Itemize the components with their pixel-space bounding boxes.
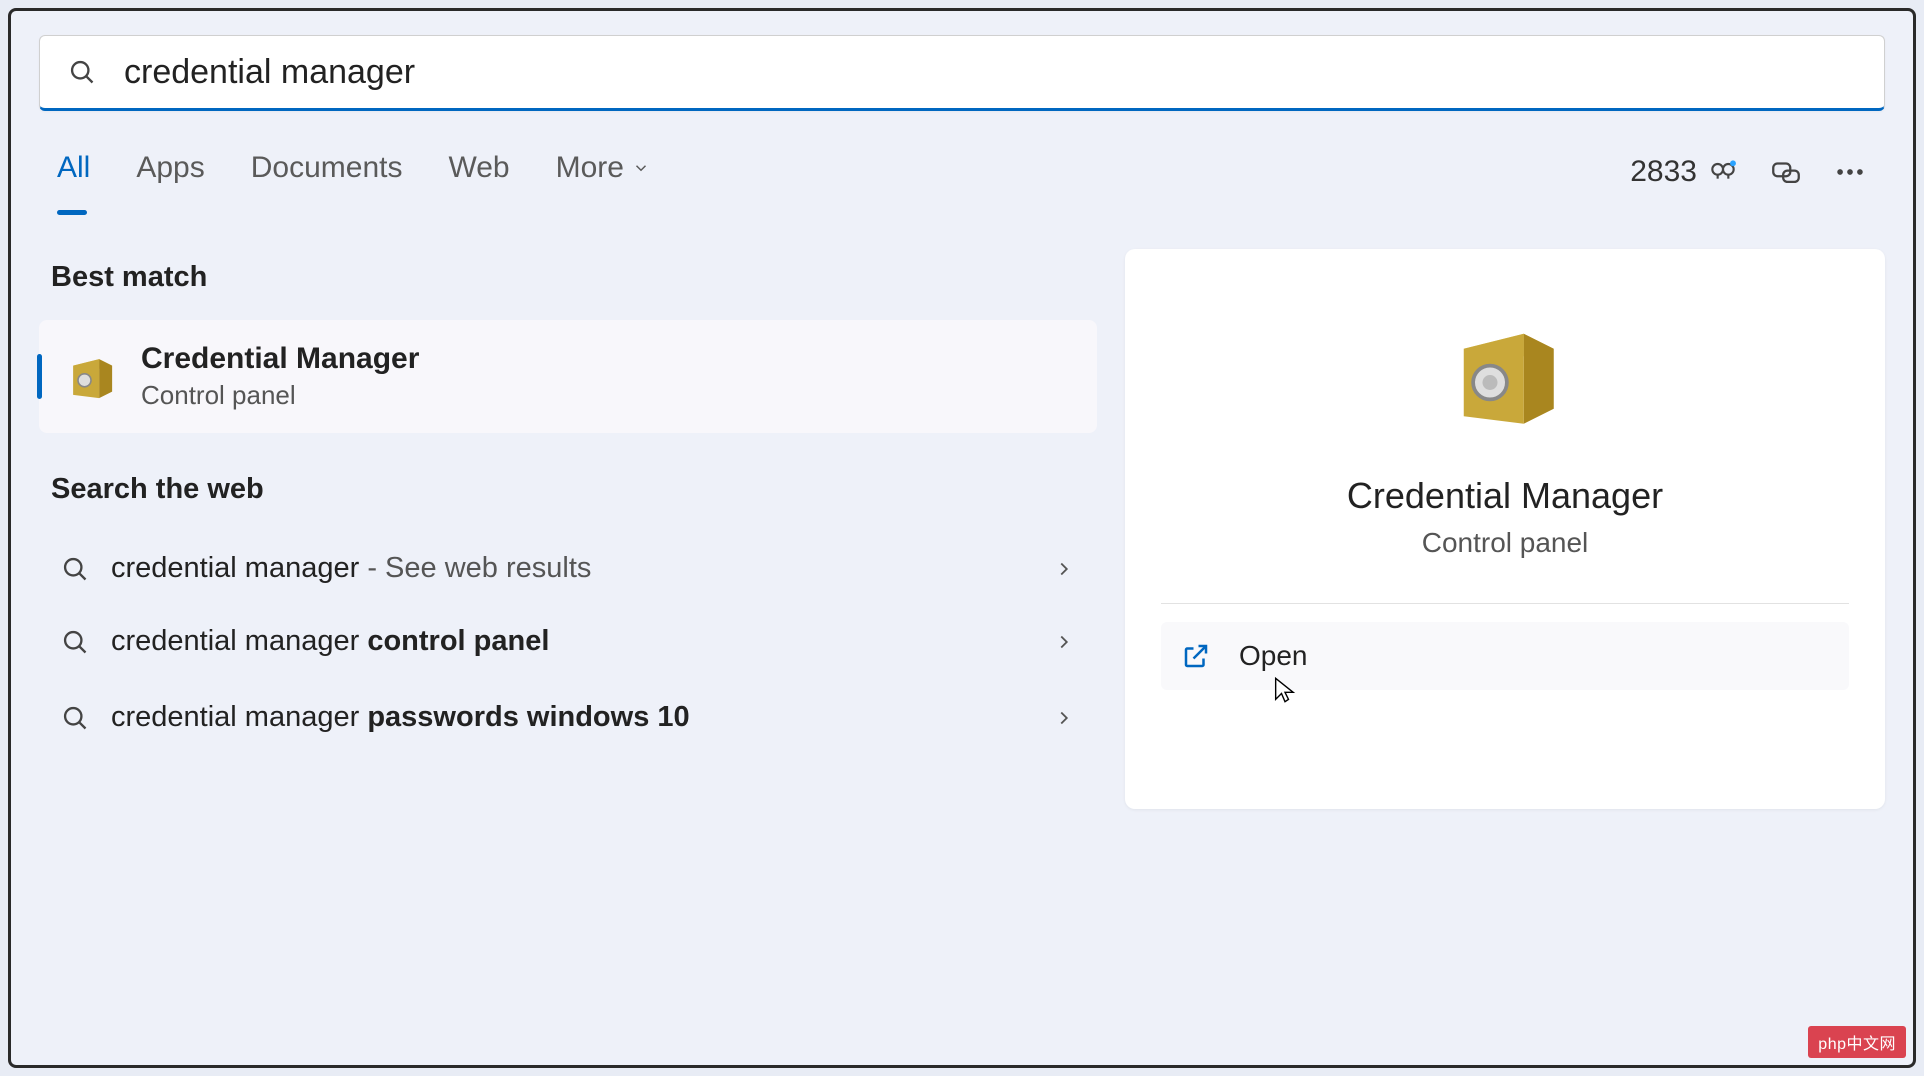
tab-apps[interactable]: Apps: [136, 151, 204, 193]
search-icon: [68, 58, 96, 86]
chevron-right-icon: [1053, 558, 1075, 580]
open-button[interactable]: Open: [1161, 622, 1849, 690]
tab-more-label: More: [556, 151, 624, 185]
best-match-subtitle: Control panel: [141, 380, 419, 411]
search-icon: [61, 628, 89, 656]
web-result-text: credential manager control panel: [111, 625, 1031, 658]
search-icon: [61, 704, 89, 732]
watermark: php中文网: [1808, 1026, 1906, 1058]
tab-all[interactable]: All: [57, 151, 90, 193]
chat-icon[interactable]: [1769, 155, 1803, 189]
open-external-icon: [1181, 641, 1211, 671]
detail-title: Credential Manager: [1347, 475, 1663, 517]
credential-manager-large-icon: [1435, 305, 1575, 445]
result-detail-panel: Credential Manager Control panel Open: [1125, 249, 1885, 809]
web-result-text: credential manager - See web results: [111, 552, 1031, 585]
tab-more[interactable]: More: [556, 151, 650, 193]
web-result-text: credential manager passwords windows 10: [111, 698, 1031, 737]
search-bar[interactable]: [39, 35, 1885, 111]
chevron-down-icon: [632, 159, 650, 177]
chevron-right-icon: [1053, 707, 1075, 729]
more-options-icon[interactable]: [1833, 155, 1867, 189]
search-web-heading: Search the web: [51, 473, 1097, 506]
search-icon: [61, 555, 89, 583]
cursor-icon: [1271, 672, 1299, 708]
trophy-icon: [1707, 156, 1739, 188]
tab-documents[interactable]: Documents: [251, 151, 403, 193]
web-result-2[interactable]: credential manager passwords windows 10: [39, 678, 1097, 757]
tab-web[interactable]: Web: [448, 151, 509, 193]
open-label: Open: [1239, 640, 1308, 672]
search-input[interactable]: [124, 53, 1856, 92]
filter-tabs-row: All Apps Documents Web More 2833: [39, 151, 1885, 193]
web-result-0[interactable]: credential manager - See web results: [39, 532, 1097, 605]
best-match-result[interactable]: Credential Manager Control panel: [39, 320, 1097, 433]
rewards-points-value: 2833: [1630, 155, 1697, 189]
rewards-points[interactable]: 2833: [1630, 155, 1739, 189]
credential-manager-icon: [65, 351, 117, 403]
chevron-right-icon: [1053, 631, 1075, 653]
detail-subtitle: Control panel: [1422, 527, 1589, 559]
web-result-1[interactable]: credential manager control panel: [39, 605, 1097, 678]
divider: [1161, 603, 1849, 604]
best-match-title: Credential Manager: [141, 342, 419, 376]
best-match-heading: Best match: [51, 261, 1097, 294]
